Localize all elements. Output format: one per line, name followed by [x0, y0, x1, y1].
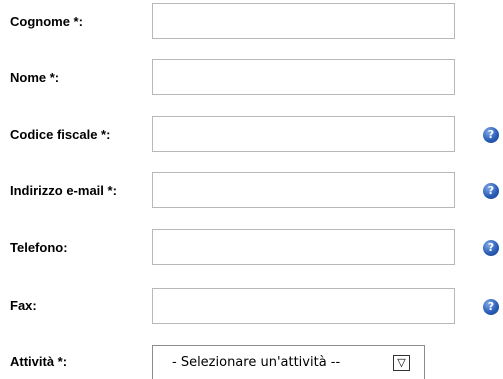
- telefono-help-icon[interactable]: ?: [483, 240, 499, 256]
- fax-label: Fax:: [10, 298, 37, 313]
- dropdown-arrow-icon[interactable]: ▽: [393, 355, 410, 371]
- attivita-selected-value: - Selezionare un'attività --: [172, 355, 341, 370]
- attivita-select[interactable]: - Selezionare un'attività -- ▽: [152, 345, 425, 379]
- codice-fiscale-help-icon[interactable]: ?: [483, 127, 499, 143]
- form-row-email: Indirizzo e-mail *: ?: [0, 172, 503, 212]
- fax-input[interactable]: [152, 288, 455, 324]
- form-row-telefono: Telefono: ?: [0, 229, 503, 269]
- registration-form: Cognome *: Nome *: Codice fiscale *: ? I…: [0, 0, 503, 379]
- nome-label: Nome *:: [10, 70, 60, 85]
- attivita-label: Attività *:: [10, 354, 68, 369]
- codice-fiscale-label: Codice fiscale *:: [10, 127, 111, 142]
- cognome-label: Cognome *:: [10, 14, 83, 29]
- email-help-icon[interactable]: ?: [483, 183, 499, 199]
- telefono-input[interactable]: [152, 229, 455, 265]
- email-input[interactable]: [152, 172, 455, 208]
- nome-input[interactable]: [152, 59, 455, 95]
- form-row-codice-fiscale: Codice fiscale *: ?: [0, 116, 503, 156]
- form-row-fax: Fax: ?: [0, 288, 503, 328]
- cognome-input[interactable]: [152, 3, 455, 39]
- form-row-nome: Nome *:: [0, 59, 503, 99]
- codice-fiscale-input[interactable]: [152, 116, 455, 152]
- fax-help-icon[interactable]: ?: [483, 299, 499, 315]
- telefono-label: Telefono:: [10, 240, 68, 255]
- form-row-cognome: Cognome *:: [0, 3, 503, 43]
- email-label: Indirizzo e-mail *:: [10, 183, 117, 198]
